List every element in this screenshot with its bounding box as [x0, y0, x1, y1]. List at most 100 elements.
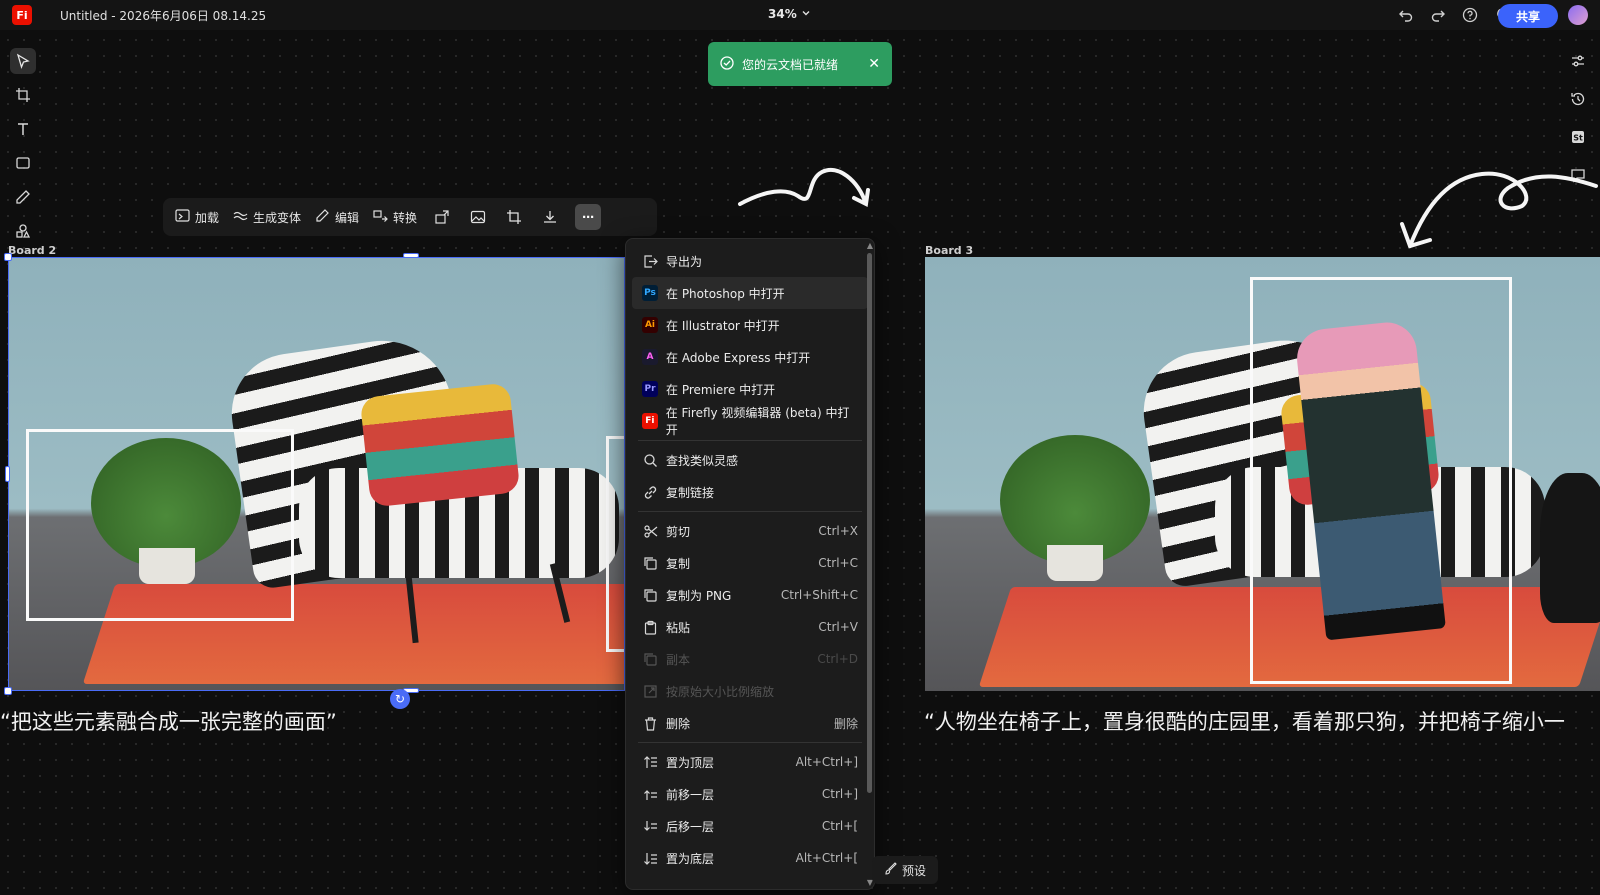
menu-open-premiere[interactable]: Pr 在 Premiere 中打开 — [632, 373, 868, 405]
menu-shortcut: Ctrl+] — [821, 787, 858, 801]
link-icon — [642, 484, 658, 500]
pillow — [359, 382, 521, 508]
board-2-caption[interactable]: “把这些元素融合成一张完整的画面” — [0, 706, 337, 736]
menu-label: 查找类似灵感 — [666, 453, 739, 468]
scissors-icon — [642, 523, 658, 539]
menu-label: 置为顶层 — [666, 755, 715, 770]
pen-icon[interactable] — [10, 184, 36, 210]
menu-open-adobe-express[interactable]: A 在 Adobe Express 中打开 — [632, 341, 868, 373]
menu-duplicate: 副本 Ctrl+D — [632, 643, 868, 675]
context-toolbar: 加载 生成变体 编辑 转换 ⋯ — [163, 198, 657, 236]
dog — [1540, 473, 1600, 623]
rotate-icon[interactable]: ↻ — [390, 689, 410, 709]
download-icon[interactable] — [539, 206, 561, 228]
left-toolbar — [6, 44, 40, 248]
shapes-icon[interactable] — [10, 218, 36, 244]
menu-bring-to-front[interactable]: 置为顶层 Alt+Ctrl+] — [632, 746, 868, 778]
close-icon[interactable]: ✕ — [868, 56, 880, 72]
send-back-icon — [642, 850, 658, 866]
menu-shortcut: Ctrl+C — [818, 556, 858, 570]
menu-label: 在 Premiere 中打开 — [666, 382, 776, 397]
menu-bring-forward[interactable]: 前移一层 Ctrl+] — [632, 778, 868, 810]
text-icon[interactable] — [10, 116, 36, 142]
menu-cut[interactable]: 剪切 Ctrl+X — [632, 515, 868, 547]
menu-copy-link[interactable]: 复制链接 — [632, 476, 868, 508]
menu-label: 按原始大小比例缩放 — [666, 684, 775, 699]
menu-label: 在 Illustrator 中打开 — [666, 318, 780, 333]
menu-paste[interactable]: 粘贴 Ctrl+V — [632, 611, 868, 643]
resize-handle[interactable] — [403, 253, 419, 258]
premiere-icon: Pr — [642, 381, 658, 397]
generate-variant-button[interactable]: 生成变体 — [233, 208, 301, 226]
cloud-doc-toast: 您的云文档已就绪 ✕ — [708, 42, 892, 86]
share-button[interactable]: 共享 — [1498, 4, 1558, 28]
board-3-caption[interactable]: “人物坐在椅子上，置身很酷的庄园里，看着那只狗，并把椅子缩小一 — [924, 706, 1565, 736]
undo-icon[interactable] — [1396, 5, 1416, 25]
generate-variant-label: 生成变体 — [253, 210, 302, 225]
board-3-label[interactable]: Board 3 — [925, 244, 973, 257]
menu-copy[interactable]: 复制 Ctrl+C — [632, 547, 868, 579]
zoom-dropdown[interactable]: 34% — [768, 7, 811, 21]
menu-label: 剪切 — [666, 524, 691, 539]
menu-open-firefly-video[interactable]: Fi 在 Firefly 视频编辑器 (beta) 中打开 — [632, 405, 868, 437]
scroll-up-icon[interactable]: ▲ — [867, 241, 873, 250]
resize-handle[interactable] — [5, 466, 10, 482]
history-icon[interactable] — [1565, 86, 1591, 112]
menu-label: 粘贴 — [666, 620, 691, 635]
adjust-icon[interactable] — [1565, 48, 1591, 74]
menu-open-illustrator[interactable]: Ai 在 Illustrator 中打开 — [632, 309, 868, 341]
menu-divider — [638, 440, 862, 441]
more-options-button[interactable]: ⋯ — [575, 204, 602, 230]
check-circle-icon — [720, 55, 734, 73]
crop-frame-icon[interactable] — [10, 82, 36, 108]
load-button[interactable]: 加载 — [175, 208, 219, 226]
rectangle-icon[interactable] — [10, 150, 36, 176]
picture-icon[interactable] — [467, 206, 489, 228]
resize-handle[interactable] — [4, 687, 12, 695]
photoshop-icon: Ps — [642, 285, 658, 301]
search-icon — [642, 452, 658, 468]
crop-icon[interactable] — [503, 206, 525, 228]
menu-find-similar[interactable]: 查找类似灵感 — [632, 444, 868, 476]
board-3-image[interactable] — [925, 257, 1600, 691]
convert-button[interactable]: 转换 — [373, 208, 417, 226]
board-2-image[interactable] — [8, 257, 625, 691]
svg-text:St: St — [1573, 134, 1583, 143]
copy-icon — [642, 555, 658, 571]
menu-send-to-back[interactable]: 置为底层 Alt+Ctrl+[ — [632, 842, 868, 874]
edit-label: 编辑 — [335, 210, 360, 225]
resize-handle[interactable] — [4, 253, 12, 261]
preset-button[interactable]: 预设 — [872, 856, 939, 884]
upscale-icon[interactable] — [431, 206, 453, 228]
menu-shortcut: Alt+Ctrl+] — [795, 755, 858, 769]
trash-icon — [642, 715, 658, 731]
menu-copy-png[interactable]: 复制为 PNG Ctrl+Shift+C — [632, 579, 868, 611]
menu-send-backward[interactable]: 后移一层 Ctrl+[ — [632, 810, 868, 842]
arrow-doodle-icon — [738, 168, 870, 208]
menu-label: 前移一层 — [666, 787, 715, 802]
convert-icon — [373, 208, 388, 226]
top-bar: Fi Untitled - 2026年6月06日 08.14.25 34% 共享 — [0, 0, 1600, 30]
image-icon — [175, 208, 190, 226]
bring-forward-icon — [642, 786, 658, 802]
menu-delete[interactable]: 删除 删除 — [632, 707, 868, 739]
convert-label: 转换 — [393, 210, 418, 225]
bring-front-icon — [642, 754, 658, 770]
stock-icon[interactable]: St — [1565, 124, 1591, 150]
edit-button[interactable]: 编辑 — [315, 208, 359, 226]
redo-icon[interactable] — [1428, 5, 1448, 25]
avatar[interactable] — [1568, 5, 1588, 25]
menu-shortcut: Ctrl+Shift+C — [780, 588, 858, 602]
board-2-label[interactable]: Board 2 — [8, 244, 56, 257]
select-icon[interactable] — [10, 48, 36, 74]
firefly-logo[interactable]: Fi — [12, 5, 32, 25]
menu-shortcut: Ctrl+[ — [821, 819, 858, 833]
pencil-icon — [315, 208, 330, 226]
scale-icon — [642, 683, 658, 699]
menu-open-photoshop[interactable]: Ps 在 Photoshop 中打开 — [632, 277, 868, 309]
menu-label: 在 Photoshop 中打开 — [666, 286, 785, 301]
menu-scrollbar[interactable] — [867, 253, 872, 793]
menu-export-as[interactable]: 导出为 — [632, 245, 868, 277]
help-icon[interactable] — [1460, 5, 1480, 25]
document-title[interactable]: Untitled - 2026年6月06日 08.14.25 — [60, 7, 266, 24]
